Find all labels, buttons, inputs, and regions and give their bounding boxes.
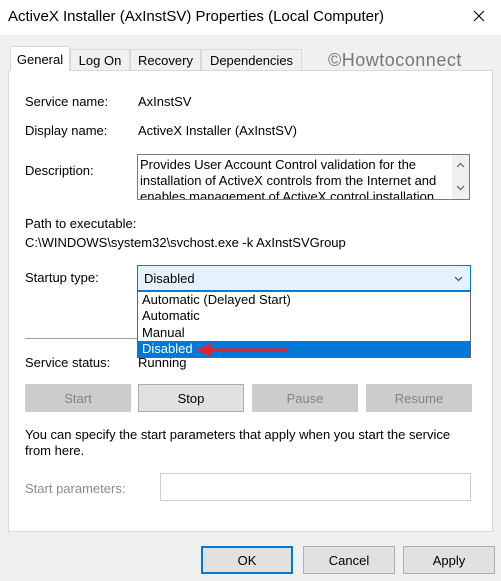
stop-button-label: Stop [177, 390, 205, 406]
title-bar: ActiveX Installer (AxInstSV) Properties … [0, 0, 501, 35]
service-status-label: Service status: [25, 355, 111, 370]
option-manual[interactable]: Manual [138, 325, 470, 341]
ok-button-label: OK [237, 552, 257, 568]
resume-button[interactable]: Resume [366, 384, 472, 412]
startup-type-dropdown: Automatic (Delayed Start) Automatic Manu… [137, 291, 471, 358]
startup-type-select[interactable]: Disabled [137, 265, 471, 291]
description-box[interactable]: Provides User Account Control validation… [137, 154, 470, 200]
display-name-value: ActiveX Installer (AxInstSV) [138, 123, 297, 138]
start-params-info: You can specify the start parameters tha… [25, 427, 451, 458]
window-title: ActiveX Installer (AxInstSV) Properties … [8, 8, 384, 25]
startup-type-value: Disabled [144, 270, 195, 286]
tab-dependencies-label: Dependencies [209, 53, 294, 68]
path-value: C:\WINDOWS\system32\svchost.exe -k AxIns… [25, 235, 346, 250]
close-icon [473, 10, 485, 25]
scroll-up-icon[interactable] [456, 161, 465, 170]
startup-type-label: Startup type: [25, 270, 99, 285]
tab-general[interactable]: General [10, 46, 70, 71]
option-disabled[interactable]: Disabled [138, 341, 470, 357]
chevron-down-icon [454, 276, 463, 282]
description-label: Description: [25, 163, 94, 178]
annotation-arrow-icon [196, 343, 288, 357]
description-scrollbar[interactable] [452, 155, 469, 199]
scroll-down-icon[interactable] [456, 183, 465, 192]
path-label: Path to executable: [25, 216, 137, 231]
service-name-label: Service name: [25, 94, 109, 109]
start-button[interactable]: Start [25, 384, 131, 412]
tab-log-on-label: Log On [78, 53, 122, 68]
start-params-input[interactable] [160, 473, 471, 501]
resume-button-label: Resume [394, 390, 444, 406]
description-text: Provides User Account Control validation… [140, 157, 437, 200]
cancel-button[interactable]: Cancel [303, 546, 395, 574]
apply-button[interactable]: Apply [403, 546, 495, 574]
watermark: ©Howtoconnect [328, 50, 462, 70]
display-name-label: Display name: [25, 123, 108, 138]
tab-dependencies[interactable]: Dependencies [201, 49, 302, 71]
service-name-value: AxInstSV [138, 94, 192, 109]
pause-button[interactable]: Pause [252, 384, 358, 412]
start-button-label: Start [64, 390, 92, 406]
apply-button-label: Apply [432, 552, 466, 568]
tab-general-label: General [16, 51, 64, 67]
start-params-label: Start parameters: [25, 481, 126, 496]
cancel-button-label: Cancel [328, 552, 370, 568]
option-automatic-delayed[interactable]: Automatic (Delayed Start) [138, 292, 470, 308]
option-automatic[interactable]: Automatic [138, 308, 470, 324]
tab-recovery-label: Recovery [138, 53, 193, 68]
ok-button[interactable]: OK [201, 546, 293, 574]
pause-button-label: Pause [286, 390, 324, 406]
tab-log-on[interactable]: Log On [70, 49, 130, 71]
stop-button[interactable]: Stop [138, 384, 244, 412]
tab-recovery[interactable]: Recovery [130, 49, 201, 71]
close-button[interactable] [456, 0, 501, 35]
